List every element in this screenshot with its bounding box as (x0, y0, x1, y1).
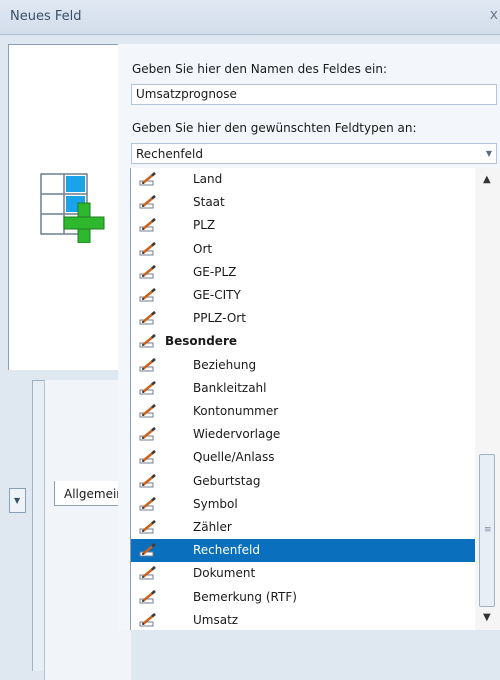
window-title: Neues Feld (10, 9, 82, 24)
list-item[interactable]: Rechenfeld (131, 539, 475, 563)
list-item-label: Bankleitzahl (193, 380, 267, 395)
list-item[interactable]: Symbol (131, 493, 475, 516)
list-item[interactable]: Zähler (131, 516, 475, 539)
pencil-field-icon (139, 496, 156, 511)
chevron-down-icon: ▼ (14, 496, 21, 505)
list-item-label: Quelle/Anlass (193, 450, 275, 465)
pencil-field-icon (139, 172, 156, 186)
list-item-label: Ort (193, 241, 213, 256)
list-item-label: Wiedervorlage (193, 427, 281, 442)
list-item[interactable]: GE-PLZ (131, 261, 475, 284)
icon-panel (8, 44, 119, 373)
pencil-field-icon (139, 427, 156, 441)
list-item[interactable]: GE-CITY (131, 284, 475, 307)
pencil-field-icon (139, 380, 156, 395)
list-item[interactable]: Wiedervorlage (131, 423, 475, 446)
list-item[interactable]: Bankleitzahl (131, 377, 475, 400)
list-item-label: PLZ (193, 218, 216, 233)
list-item[interactable]: Geburtstag (131, 470, 475, 493)
list-item-label: Rechenfeld (193, 543, 260, 558)
field-type-dropdown: Land Staat PLZ Ort GE-PLZ GE-CITY PPLZ-Ort Beso… (130, 168, 500, 630)
list-item-label: Bemerkung (RTF) (193, 589, 297, 604)
scrollbar-thumb[interactable]: ≡ (479, 454, 495, 607)
close-icon[interactable]: x (490, 7, 498, 23)
grip-icon: ≡ (484, 525, 492, 535)
list-item[interactable]: Staat (131, 191, 475, 214)
list-item-label: Land (193, 172, 223, 186)
scroll-up-icon[interactable]: ▲ (483, 174, 491, 185)
list-item[interactable]: Beziehung (131, 354, 475, 377)
list-item-label: Staat (193, 195, 225, 210)
list-item[interactable]: PLZ (131, 214, 475, 237)
list-item[interactable]: Dokument (131, 562, 475, 585)
list-item[interactable]: Ort (131, 238, 475, 261)
field-type-value: Rechenfeld (136, 147, 203, 161)
tab-allgemein-label: Allgemein (64, 487, 124, 501)
pencil-field-icon (139, 543, 156, 557)
pencil-field-icon (139, 404, 156, 418)
pencil-field-icon (139, 334, 156, 348)
pencil-field-icon (139, 520, 156, 534)
list-item-label: Zähler (193, 520, 232, 534)
type-label: Geben Sie hier den gewünschten Feldtypen… (132, 121, 417, 135)
pencil-field-icon (139, 218, 156, 232)
list-item-label: GE-PLZ (193, 264, 237, 279)
list-item[interactable]: Land (131, 168, 475, 191)
list-item-label: Besondere (165, 334, 237, 349)
pencil-field-icon (139, 264, 156, 279)
list-item-label: Symbol (193, 496, 238, 511)
pencil-field-icon (139, 288, 156, 302)
list-item-label: Dokument (193, 566, 256, 581)
field-name-input[interactable]: Umsatzprognose (131, 84, 497, 105)
table-plus-icon (40, 173, 105, 243)
scroll-down-icon[interactable]: ▼ (483, 612, 491, 623)
pencil-field-icon (139, 566, 156, 580)
scrollbar[interactable]: ▲ ≡ ▼ (475, 168, 500, 630)
name-label: Geben Sie hier den Namen des Feldes ein: (132, 62, 388, 76)
list-item-label: Geburtstag (193, 473, 261, 488)
pencil-field-icon (139, 450, 156, 464)
list-item[interactable]: Quelle/Anlass (131, 446, 475, 469)
list-item[interactable]: PPLZ-Ort (131, 307, 475, 330)
list-item-label: Beziehung (193, 357, 257, 372)
pencil-field-icon (139, 195, 156, 209)
pencil-field-icon (139, 357, 156, 372)
pencil-field-icon (139, 589, 156, 604)
list-group-header: Besondere (131, 330, 475, 353)
list-item-label: Kontonummer (193, 404, 279, 418)
pencil-field-icon (139, 241, 156, 256)
list-item-label: PPLZ-Ort (193, 311, 246, 326)
pencil-field-icon (139, 311, 156, 325)
field-type-select[interactable]: Rechenfeld ▼ (131, 143, 497, 164)
title-bar: Neues Feld x (0, 0, 500, 35)
tab-scroll-button[interactable]: ▼ (9, 488, 26, 513)
list-item[interactable]: Bemerkung (RTF) (131, 586, 475, 609)
pencil-field-icon (139, 473, 156, 488)
list-item-label: Umsatz (193, 612, 239, 627)
list-item[interactable]: Umsatz (131, 609, 475, 630)
list-item-label: GE-CITY (193, 288, 241, 302)
chevron-down-icon: ▼ (485, 149, 492, 158)
list-item[interactable]: Kontonummer (131, 400, 475, 423)
pencil-field-icon (139, 612, 156, 627)
